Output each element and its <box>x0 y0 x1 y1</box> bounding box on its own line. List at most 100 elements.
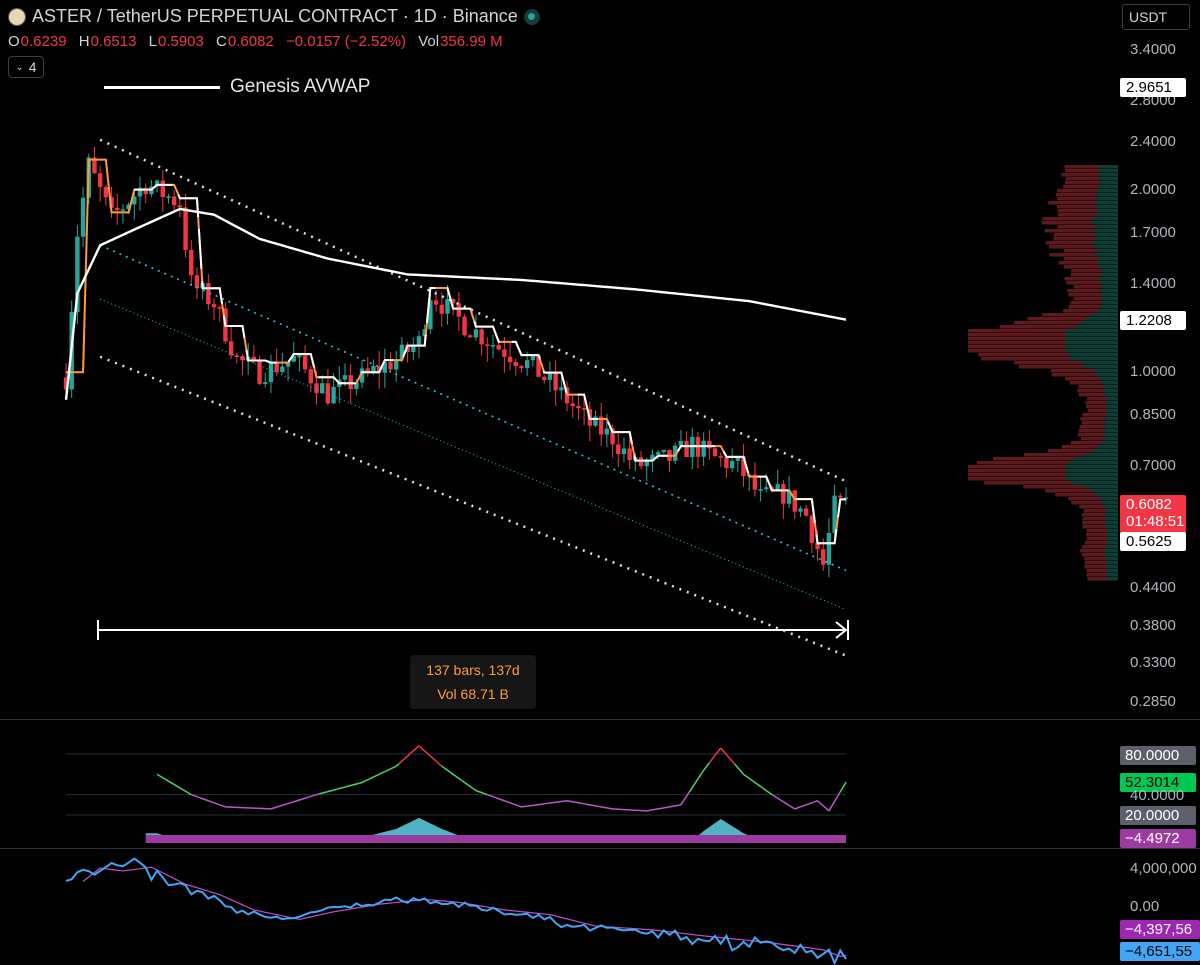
avwap-legend: Genesis AVWAP <box>104 76 370 98</box>
osc-line-segment <box>817 800 821 804</box>
profile-bar-down <box>968 341 1066 345</box>
profile-bar-up <box>1106 561 1118 565</box>
osc-line-segment <box>583 803 588 806</box>
profile-bar-down <box>1056 205 1097 209</box>
candle-body <box>593 416 598 426</box>
osc-line-segment <box>210 801 215 804</box>
osc-line-segment <box>578 802 582 805</box>
last-price-badge: 0.6082 01:48:51 <box>1120 495 1186 533</box>
profile-bar-down <box>1049 253 1094 257</box>
profile-bar-down <box>1041 221 1092 225</box>
candle-body <box>371 366 376 372</box>
osc-line-segment <box>725 754 730 759</box>
profile-bar-up <box>1081 321 1118 325</box>
ohlc-readout: O0.6239 H0.6513 L0.5903 C0.6082 −0.0157 … <box>8 33 511 50</box>
osc-line-segment <box>393 765 397 769</box>
flow-line <box>65 857 847 965</box>
profile-bar-up <box>1105 521 1118 525</box>
profile-bar-up <box>1106 541 1118 545</box>
candle-body <box>581 408 587 410</box>
osc-line-segment <box>782 801 787 805</box>
close-value: 0.6082 <box>227 33 274 50</box>
profile-bar-down <box>1081 421 1106 425</box>
profile-bar-down <box>1057 225 1097 229</box>
osc-line-segment <box>219 804 223 807</box>
profile-bar-down <box>1048 201 1094 205</box>
osc-line-segment <box>839 786 844 793</box>
profile-bar-up <box>1104 429 1118 433</box>
pane-divider[interactable] <box>0 848 1200 849</box>
price-tick: 0.7000 <box>1130 456 1176 474</box>
osc-line-segment <box>168 780 172 784</box>
candle-body <box>115 207 120 211</box>
chart-canvas[interactable] <box>0 0 1200 965</box>
profile-bar-down <box>1024 453 1086 457</box>
profile-bar-down <box>992 457 1075 461</box>
measure-bars: 137 bars, 137d <box>426 662 520 678</box>
profile-bar-up <box>1101 381 1118 385</box>
osc-line-segment <box>156 773 161 777</box>
profile-bar-up <box>1105 553 1118 557</box>
osc-line-segment <box>418 745 423 749</box>
profile-bar-up <box>1096 205 1118 209</box>
profile-bar-down <box>1013 361 1082 365</box>
profile-bar-up <box>1091 221 1118 225</box>
osc-line-segment <box>808 802 813 805</box>
profile-bar-up <box>1104 385 1118 389</box>
profile-bar-up <box>1099 181 1118 185</box>
osc-line-segment <box>785 802 790 806</box>
candle-body <box>559 387 564 391</box>
osc-line-segment <box>464 781 468 786</box>
bar-countdown: 01:48:51 <box>1126 513 1185 530</box>
osc-line-segment <box>472 787 477 792</box>
profile-bar-down <box>1063 309 1099 313</box>
osc-line-segment <box>199 797 203 800</box>
profile-bar-down <box>1064 377 1100 381</box>
osc-line-segment <box>395 763 400 767</box>
candle-body <box>217 307 222 309</box>
osc-line-segment <box>387 768 391 771</box>
pane-divider[interactable] <box>0 719 1200 720</box>
osc-line-segment <box>711 754 716 760</box>
candle-body <box>701 440 706 457</box>
osc-line-segment <box>777 797 781 801</box>
osc-line-segment <box>512 803 517 806</box>
osc-line-segment <box>489 794 494 798</box>
profile-bar-up <box>1095 233 1118 237</box>
avwap-badge: 1.2208 <box>1120 311 1186 330</box>
indicators-toggle-button[interactable]: ⌄ 4 <box>8 56 44 78</box>
osc-line-segment <box>441 765 446 769</box>
profile-bar-down <box>1086 405 1107 409</box>
profile-bar-down <box>1077 433 1104 437</box>
osc-line-segment <box>444 767 448 771</box>
oscillator-layer <box>66 745 847 843</box>
profile-bar-up <box>1107 537 1118 541</box>
candle-body <box>302 355 308 370</box>
candle-body <box>792 490 797 512</box>
candle-body <box>809 515 815 543</box>
volume-value: 356.99 M <box>440 33 503 50</box>
candle-body <box>194 275 200 289</box>
candle-body <box>479 329 484 345</box>
currency-selector[interactable]: USDT <box>1122 4 1190 30</box>
market-status-icon[interactable] <box>523 8 540 25</box>
price-tick: 1.7000 <box>1130 223 1176 241</box>
profile-bar-down <box>1023 485 1085 489</box>
candle-body <box>621 448 627 455</box>
profile-bar-up <box>1107 409 1118 413</box>
candle-body <box>570 403 575 407</box>
flow-tick-top: 4,000,000 <box>1130 860 1197 877</box>
osc-line-segment <box>760 785 764 790</box>
profile-bar-down <box>1042 217 1092 221</box>
profile-bar-up <box>1074 457 1118 461</box>
price-tick: 0.2850 <box>1130 693 1176 710</box>
osc-hist-badge: −4.4972 <box>1120 829 1196 848</box>
osc-line-segment <box>819 802 824 807</box>
osc-line-segment <box>566 800 571 803</box>
profile-bar-up <box>1065 477 1118 481</box>
profile-bar-up <box>1101 273 1118 277</box>
profile-bar-down <box>1051 369 1095 373</box>
profile-bar-down <box>1080 417 1105 421</box>
symbol-header[interactable]: ASTER / TetherUS PERPETUAL CONTRACT · 1D… <box>8 6 540 27</box>
osc-line-segment <box>310 794 314 798</box>
